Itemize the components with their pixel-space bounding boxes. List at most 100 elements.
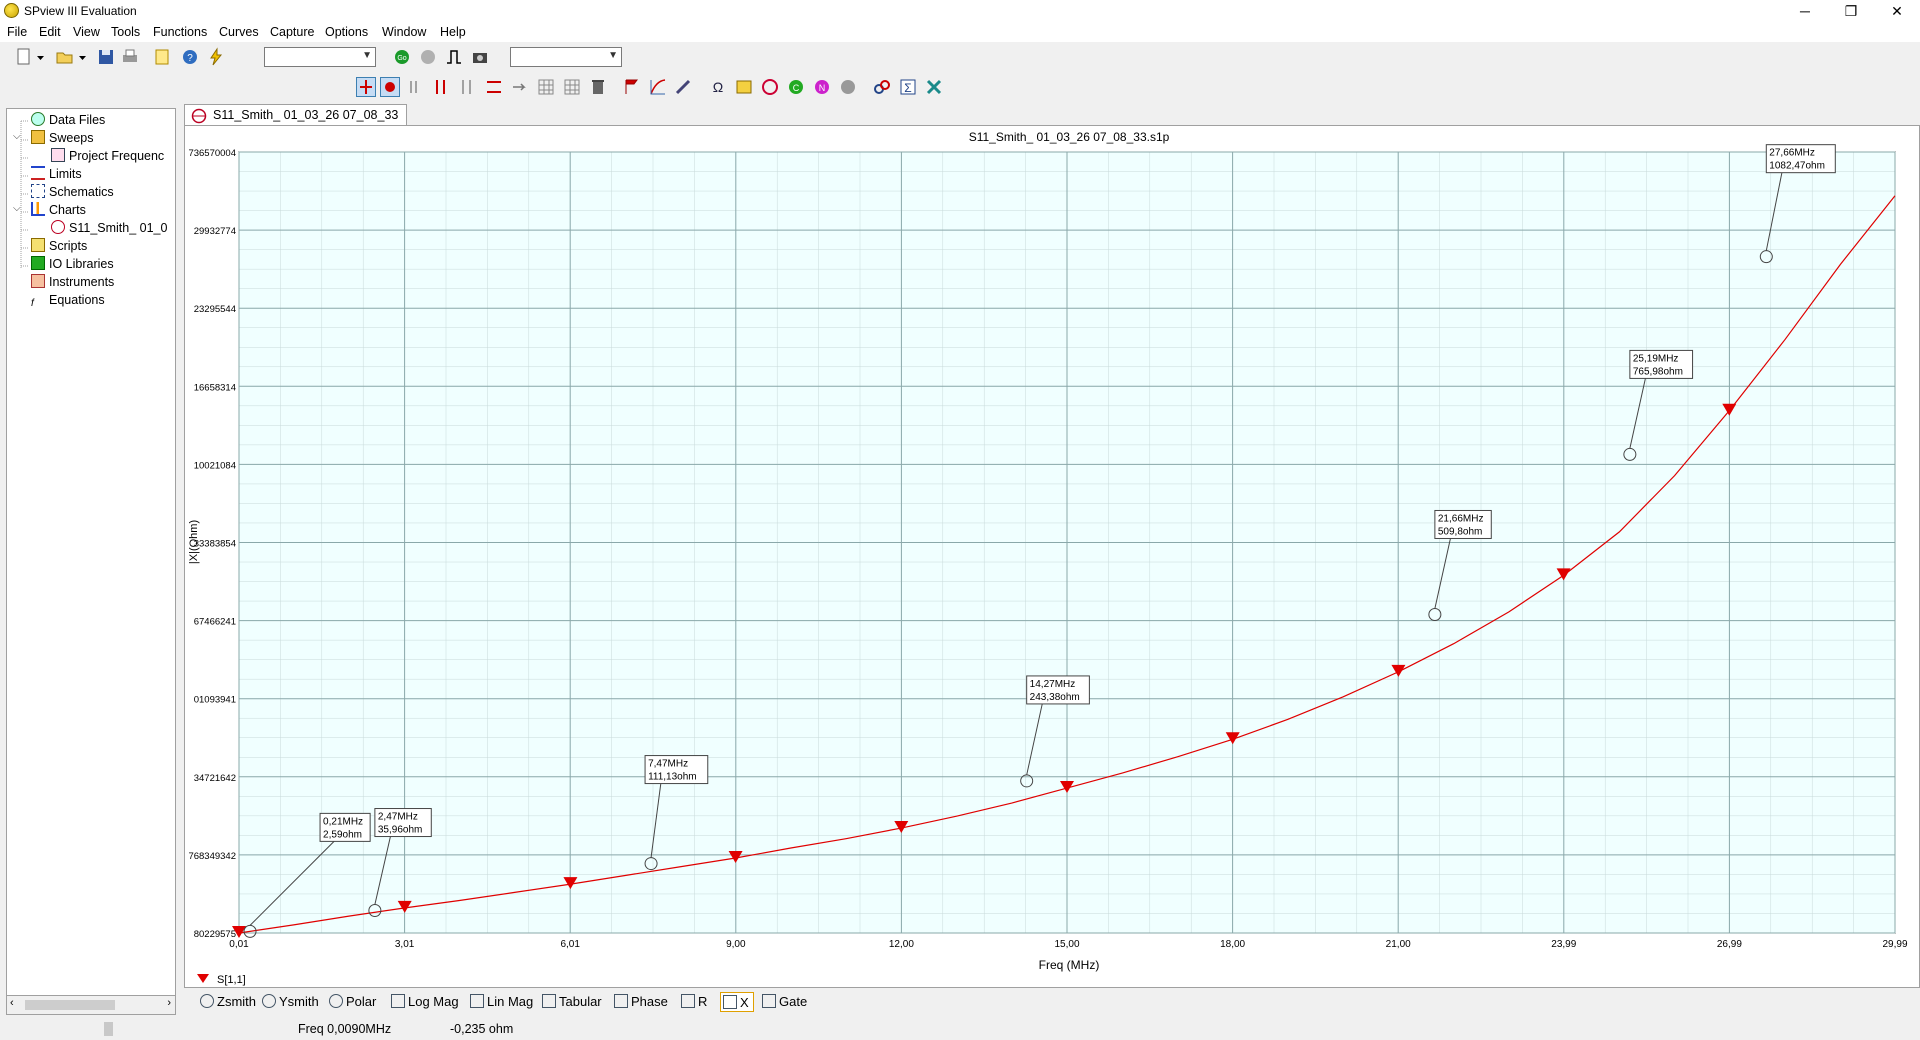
print-icon[interactable] <box>120 47 140 67</box>
scrollbar-thumb[interactable] <box>25 1000 115 1010</box>
y-tick-label: 10021084 <box>194 460 236 471</box>
smith-red-icon[interactable] <box>760 77 780 97</box>
menu-curves[interactable]: Curves <box>219 25 259 39</box>
tree-item-charts[interactable]: Charts <box>31 201 86 219</box>
new-file-icon[interactable] <box>14 47 34 67</box>
minimize-button[interactable]: ─ <box>1782 0 1828 22</box>
tab-polar[interactable]: Polar <box>329 992 376 1012</box>
main-toolbar: ? ▼ Go ▼ <box>0 44 640 70</box>
tab-phase[interactable]: Phase <box>614 992 668 1012</box>
c-green-icon[interactable]: C <box>786 77 806 97</box>
schematics-icon <box>31 184 45 198</box>
tree-item-scripts[interactable]: Scripts <box>31 237 87 255</box>
annotation-value: 243,38ohm <box>1030 692 1080 703</box>
menu-file[interactable]: File <box>7 25 27 39</box>
stop-icon[interactable] <box>418 47 438 67</box>
marker-mode-icon[interactable] <box>356 77 376 97</box>
sweep-combo[interactable]: ▼ <box>510 47 622 67</box>
menu-bar: File Edit View Tools Functions Curves Ca… <box>0 22 1920 42</box>
instruments-icon <box>31 274 45 288</box>
sweeps-expander-icon[interactable]: ⌵ <box>13 131 21 142</box>
delete-icon[interactable] <box>588 77 608 97</box>
menu-view[interactable]: View <box>73 25 100 39</box>
charts-icon <box>31 202 45 216</box>
menu-capture[interactable]: Capture <box>270 25 314 39</box>
curve-icon[interactable] <box>648 77 668 97</box>
scroll-right-icon[interactable]: › <box>167 997 171 1009</box>
tabular-icon <box>542 994 556 1008</box>
tree-item-data-files[interactable]: Data Files <box>31 111 105 129</box>
flag-icon[interactable] <box>622 77 642 97</box>
menu-functions[interactable]: Functions <box>153 25 207 39</box>
menu-options[interactable]: Options <box>325 25 368 39</box>
zoom-fit-icon[interactable] <box>484 77 504 97</box>
scale-y-icon[interactable] <box>432 77 452 97</box>
tree-item-project-frequency[interactable]: Project Frequenc <box>51 147 164 165</box>
menu-tools[interactable]: Tools <box>111 25 140 39</box>
image-icon[interactable] <box>734 77 754 97</box>
tree-item-sweeps[interactable]: Sweeps <box>31 129 93 147</box>
charts-expander-icon[interactable]: ⌵ <box>13 203 21 214</box>
tree-item-io-libraries[interactable]: IO Libraries <box>31 255 114 273</box>
notes-icon[interactable] <box>152 47 172 67</box>
marker-move-icon[interactable] <box>380 77 400 97</box>
tab-zsmith[interactable]: Zsmith <box>200 992 256 1012</box>
chain-icon[interactable] <box>872 77 892 97</box>
restore-button[interactable]: ❐ <box>1828 0 1874 22</box>
tree-item-schematics[interactable]: Schematics <box>31 183 114 201</box>
equations-icon: f <box>31 298 34 309</box>
open-folder-icon[interactable] <box>55 47 75 67</box>
project-tree: ⌵ ⌵ Data Files Sweeps Project Frequenc L… <box>6 108 176 1015</box>
svg-text:Go: Go <box>397 55 406 62</box>
x-tick-label: 3,01 <box>395 939 415 950</box>
scroll-left-icon[interactable]: ‹ <box>10 997 14 1009</box>
pulse-icon[interactable] <box>444 47 464 67</box>
help-icon[interactable]: ? <box>180 47 200 67</box>
arrow-right-icon[interactable] <box>510 77 530 97</box>
instrument-combo[interactable]: ▼ <box>264 47 376 67</box>
pen-icon[interactable] <box>674 77 694 97</box>
tree-item-s11-chart[interactable]: S11_Smith_ 01_0 <box>51 219 167 237</box>
annotation-freq: 25,19MHz <box>1633 353 1679 364</box>
camera-icon[interactable] <box>470 47 490 67</box>
menu-edit[interactable]: Edit <box>39 25 61 39</box>
n-magenta-icon[interactable]: N <box>812 77 832 97</box>
save-icon[interactable] <box>96 47 116 67</box>
scale-x-icon[interactable] <box>406 77 426 97</box>
open-dropdown-icon[interactable] <box>78 47 88 67</box>
tab-ysmith[interactable]: Ysmith <box>262 992 319 1012</box>
phase-icon <box>614 994 628 1008</box>
menu-window[interactable]: Window <box>382 25 426 39</box>
lightning-icon[interactable] <box>206 47 226 67</box>
ohm-icon[interactable]: Ω <box>708 77 728 97</box>
tree-horizontal-scrollbar[interactable]: ‹ › <box>6 995 176 1015</box>
tree-item-limits[interactable]: Limits <box>31 165 82 183</box>
menu-help[interactable]: Help <box>440 25 466 39</box>
close-button[interactable]: ✕ <box>1874 0 1920 22</box>
table-grid-icon[interactable] <box>562 77 582 97</box>
chart-svg[interactable]: S11_Smith_ 01_03_26 07_08_33.s1p 0,01 3,0… <box>185 126 1919 987</box>
tab-tabular[interactable]: Tabular <box>542 992 602 1012</box>
grid-icon[interactable] <box>536 77 556 97</box>
document-tab[interactable]: S11_Smith_ 01_03_26 07_08_33 <box>184 104 407 126</box>
tab-r[interactable]: R <box>681 992 707 1012</box>
y-axis-label: |X|(Ohm) <box>188 520 200 564</box>
autoscale-icon[interactable] <box>458 77 478 97</box>
tree-item-equations[interactable]: f Equations <box>31 291 105 309</box>
annotation-freq: 0,21MHz <box>323 816 363 827</box>
tab-log-mag[interactable]: Log Mag <box>391 992 459 1012</box>
grid-lines <box>238 151 1896 934</box>
tab-lin-mag[interactable]: Lin Mag <box>470 992 533 1012</box>
x-tick-label: 15,00 <box>1054 939 1079 950</box>
close-x-icon[interactable] <box>924 77 944 97</box>
tab-gate[interactable]: Gate <box>762 992 807 1012</box>
tab-x[interactable]: X <box>720 992 754 1012</box>
go-icon[interactable]: Go <box>392 47 412 67</box>
annotation-value: 111,13ohm <box>648 772 697 783</box>
y-tick-label: 33383854 <box>194 539 236 550</box>
new-dropdown-icon[interactable] <box>36 47 46 67</box>
cloud-icon[interactable] <box>838 77 858 97</box>
sigma-icon[interactable]: Σ <box>898 77 918 97</box>
tree-item-instruments[interactable]: Instruments <box>31 273 114 291</box>
x-chart-icon <box>723 995 737 1009</box>
